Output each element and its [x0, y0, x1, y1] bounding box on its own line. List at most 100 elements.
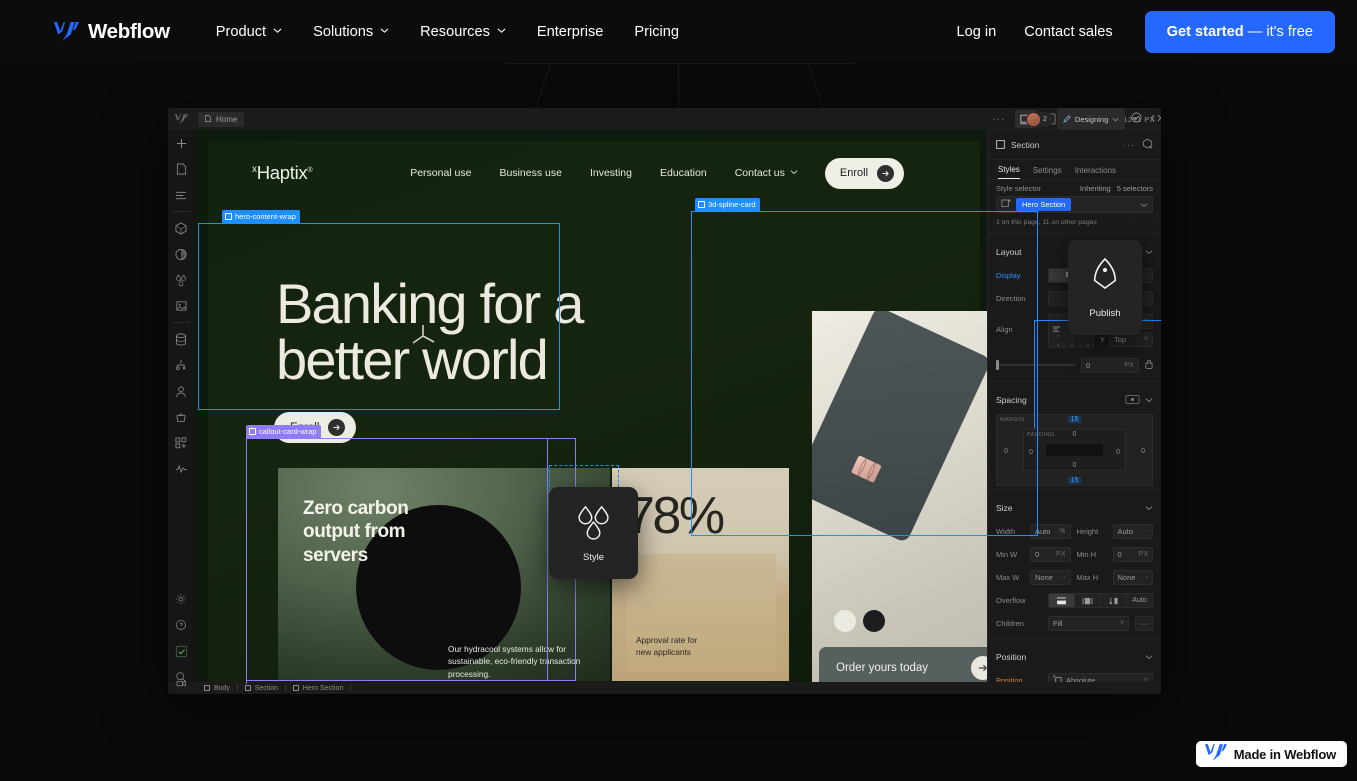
- swatch-black[interactable]: [863, 610, 885, 632]
- check-circle-icon[interactable]: [1129, 110, 1144, 128]
- brand[interactable]: Webflow: [54, 20, 170, 44]
- mode-dropdown[interactable]: Designing: [1056, 108, 1126, 130]
- selector-class-pill[interactable]: Hero Section: [1016, 198, 1072, 211]
- canvas-nav-investing[interactable]: Investing: [576, 167, 646, 179]
- max-height-field[interactable]: None -: [1112, 570, 1153, 585]
- overlay-tag-hero-content-wrap[interactable]: hero-content-wrap: [222, 210, 300, 223]
- overflow-options[interactable]: Auto: [1048, 593, 1153, 608]
- nav-item-enterprise[interactable]: Enterprise: [523, 16, 618, 48]
- min-width-field[interactable]: 0 PX: [1030, 547, 1071, 562]
- publish-tooltip-card[interactable]: Publish: [1068, 240, 1142, 335]
- interactions-pulse-icon[interactable]: [168, 456, 194, 482]
- nav-item-solutions[interactable]: Solutions: [299, 16, 403, 48]
- breadcrumb-item-hero-section[interactable]: Hero Section: [287, 682, 349, 694]
- tab-interactions[interactable]: Interactions: [1075, 166, 1116, 179]
- help-question-icon[interactable]: [168, 612, 194, 638]
- padding-control[interactable]: PADDING 0 0 0 0: [1023, 429, 1126, 471]
- breadcrumb-item-body[interactable]: Body: [198, 682, 236, 694]
- contact-sales-link[interactable]: Contact sales: [1010, 16, 1126, 48]
- camera-icon[interactable]: [176, 675, 187, 693]
- inheriting-count[interactable]: 5 selectors: [1117, 184, 1153, 193]
- navigator-layers-icon[interactable]: [168, 182, 194, 208]
- chevron-down-icon[interactable]: [1145, 391, 1153, 409]
- ecommerce-basket-icon[interactable]: [168, 404, 194, 430]
- nav-item-label: Solutions: [313, 23, 374, 40]
- canvas-nav-contact-us[interactable]: Contact us: [721, 167, 813, 179]
- overflow-option-visible[interactable]: [1049, 594, 1075, 607]
- tab-styles[interactable]: Styles: [998, 165, 1020, 179]
- padding-right-value[interactable]: 0: [1116, 449, 1120, 456]
- webflow-mark-icon[interactable]: [168, 108, 194, 130]
- children-more-button[interactable]: ···: [1135, 616, 1153, 631]
- spacing-mode-icon[interactable]: [1125, 391, 1140, 409]
- padding-top-value[interactable]: 0: [1073, 431, 1077, 438]
- swatch-white[interactable]: [834, 610, 856, 632]
- overlay-tag-callout-card-wrap[interactable]: callout-card-wrap: [246, 425, 321, 438]
- padding-label: PADDING: [1027, 432, 1055, 438]
- margin-bottom-value[interactable]: 15: [1067, 477, 1082, 484]
- overlay-tag-3d-spline-card[interactable]: 3d-spline-card: [695, 198, 760, 211]
- style-selector-field[interactable]: Hero Section: [996, 196, 1153, 213]
- tab-settings[interactable]: Settings: [1033, 166, 1062, 179]
- collaborators[interactable]: 2: [1026, 111, 1053, 127]
- margin-left-value[interactable]: 0: [1004, 448, 1008, 455]
- canvas-nav-business-use[interactable]: Business use: [486, 167, 576, 179]
- cms-database-icon[interactable]: [168, 326, 194, 352]
- gap-field[interactable]: 0 PX: [1081, 357, 1139, 373]
- assets-image-icon[interactable]: [168, 293, 194, 319]
- apps-grid-plus-icon[interactable]: [168, 430, 194, 456]
- login-link[interactable]: Log in: [942, 16, 1010, 48]
- card-color-swatches[interactable]: [834, 610, 885, 632]
- code-icon[interactable]: [1148, 110, 1161, 128]
- overflow-option-scroll[interactable]: [1101, 594, 1127, 607]
- style-manager-drops-icon[interactable]: [168, 267, 194, 293]
- nav-item-pricing[interactable]: Pricing: [620, 16, 693, 48]
- made-in-webflow-badge[interactable]: Made in Webflow: [1195, 741, 1347, 767]
- canvas-credit-card-panel[interactable]: Order yours today: [812, 311, 1016, 682]
- margin-top-value[interactable]: 15: [1067, 416, 1082, 423]
- padding-bottom-value[interactable]: 0: [1073, 462, 1077, 469]
- order-card-button[interactable]: Order yours today: [819, 647, 1004, 682]
- max-width-field[interactable]: None -: [1030, 570, 1071, 585]
- users-person-icon[interactable]: [168, 378, 194, 404]
- canvas-nav-education[interactable]: Education: [646, 167, 721, 179]
- settings-gear-icon[interactable]: [168, 586, 194, 612]
- get-started-button[interactable]: Get started — it's free: [1144, 10, 1335, 53]
- avatar[interactable]: [1027, 112, 1040, 126]
- components-cube-icon[interactable]: [168, 215, 194, 241]
- spacing-control[interactable]: MARGIN 15 15 0 0 PADDING 0 0 0 0: [996, 414, 1153, 486]
- add-combo-class-icon[interactable]: [1001, 196, 1012, 214]
- variables-paint-icon[interactable]: [168, 241, 194, 267]
- width-field[interactable]: Auto%: [1030, 524, 1071, 539]
- canvas-stat-card[interactable]: 78% Approval rate for new applicants: [612, 468, 789, 681]
- chevron-down-icon[interactable]: [1140, 196, 1148, 214]
- height-field[interactable]: Auto -: [1112, 524, 1153, 539]
- nav-item-product[interactable]: Product: [202, 16, 296, 48]
- nav-item-resources[interactable]: Resources: [406, 16, 520, 48]
- padding-left-value[interactable]: 0: [1029, 449, 1033, 456]
- overflow-option-hidden[interactable]: [1075, 594, 1101, 607]
- pages-icon[interactable]: [168, 156, 194, 182]
- min-height-field[interactable]: 0 PX: [1112, 547, 1153, 562]
- canvas-nav-personal-use[interactable]: Personal use: [396, 167, 485, 179]
- overflow-option-auto[interactable]: Auto: [1127, 594, 1152, 607]
- gap-slider[interactable]: [996, 360, 1075, 370]
- canvas-site-logo[interactable]: xHaptix®: [252, 162, 312, 184]
- panel-divider: [988, 489, 1161, 490]
- add-plus-icon[interactable]: [168, 130, 194, 156]
- canvas-nav-enroll-button[interactable]: Enroll: [824, 157, 905, 189]
- audit-check-icon[interactable]: [168, 638, 194, 664]
- logic-flow-icon[interactable]: [168, 352, 194, 378]
- margin-right-value[interactable]: 0: [1141, 448, 1145, 455]
- chevron-down-icon[interactable]: [1145, 648, 1153, 666]
- page-tab-home[interactable]: Home: [198, 111, 245, 127]
- chevron-down-icon[interactable]: [1145, 499, 1153, 517]
- lock-icon[interactable]: [1145, 356, 1153, 374]
- more-dots-icon[interactable]: ···: [992, 114, 1005, 125]
- chevron-down-icon[interactable]: [1145, 243, 1153, 261]
- children-field[interactable]: Fill ˅: [1048, 616, 1129, 631]
- add-class-icon[interactable]: [1142, 136, 1153, 154]
- style-tooltip-card[interactable]: Style: [549, 487, 638, 579]
- more-dots-icon[interactable]: ···: [1123, 140, 1135, 150]
- designer-collab-toolbar: 2 Designing Share Publish: [1026, 108, 1161, 130]
